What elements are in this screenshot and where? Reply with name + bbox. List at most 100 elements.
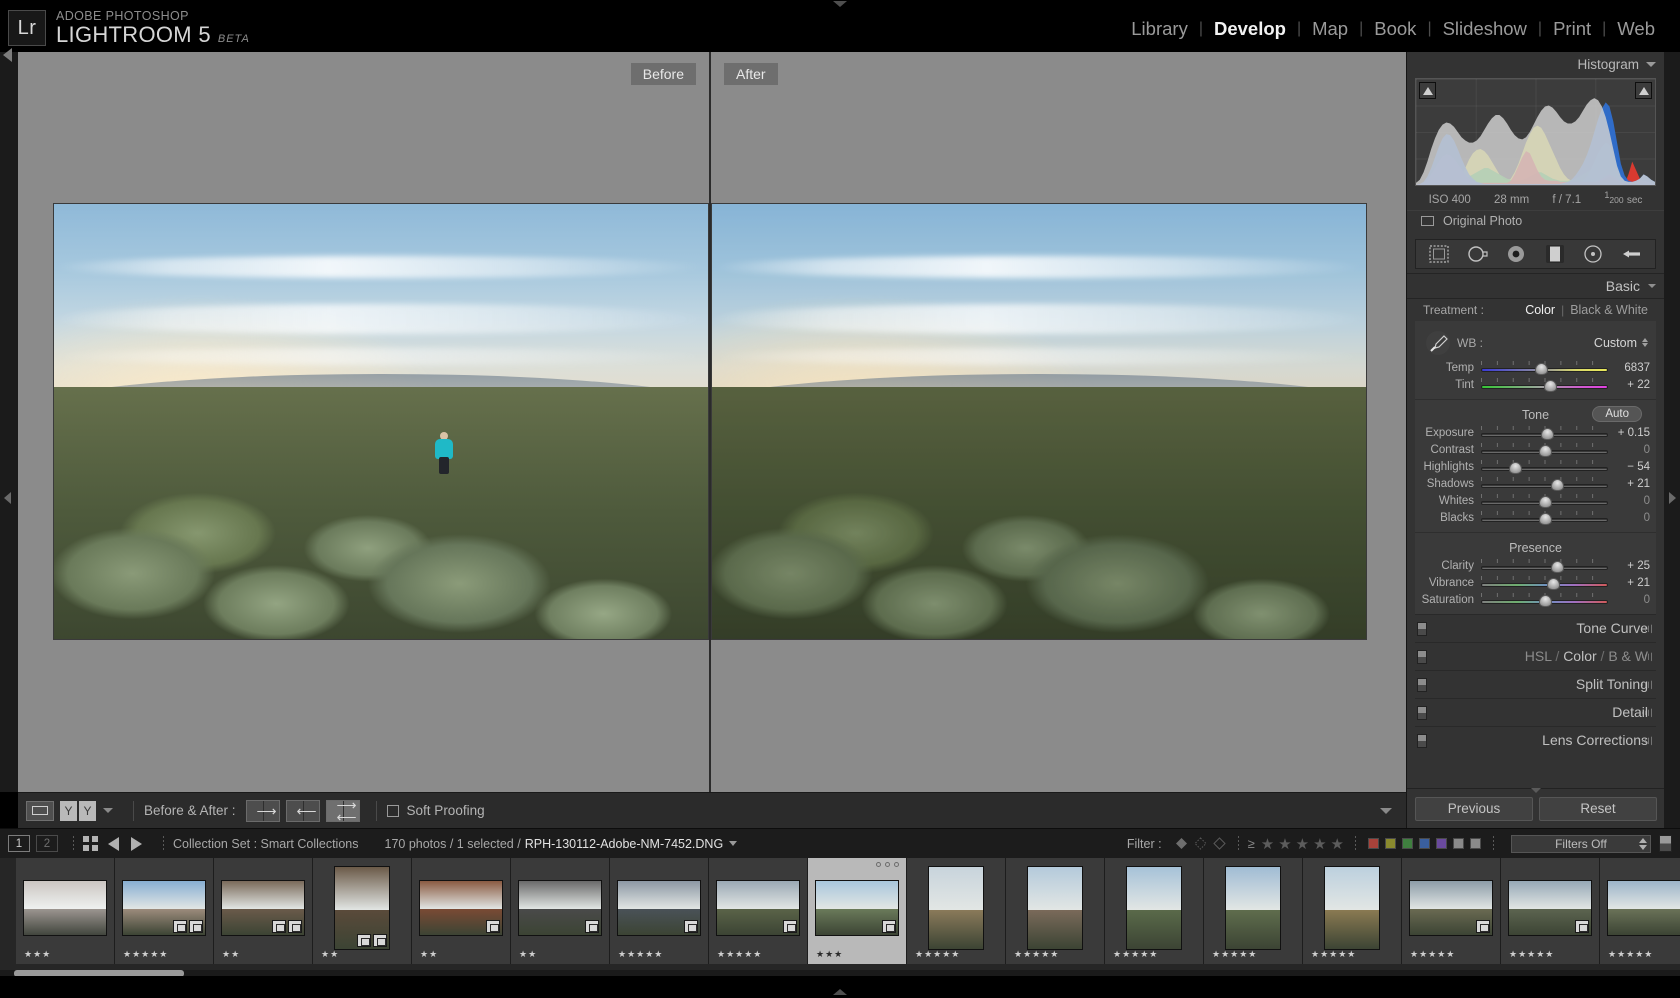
loupe-view-icon[interactable] — [26, 800, 54, 821]
left-panel-expand-arrow[interactable] — [4, 492, 11, 504]
panel-enable-switch[interactable] — [1417, 621, 1427, 636]
slider-knob[interactable] — [1538, 445, 1552, 458]
crop-overlay-icon[interactable] — [1427, 244, 1451, 264]
color-label-chip[interactable] — [1453, 838, 1464, 849]
slider-value[interactable]: 0 — [1608, 495, 1650, 507]
thumb-sunburst[interactable]: ★★★★★ — [907, 858, 1006, 964]
thumbnail-rating[interactable]: ★★★★★ — [1311, 949, 1356, 960]
module-web[interactable]: Web — [1606, 18, 1666, 40]
graduated-filter-icon[interactable] — [1543, 244, 1567, 264]
slider-row-saturation[interactable]: Saturation 0 — [1415, 592, 1656, 609]
chevron-down-icon[interactable] — [1646, 61, 1656, 67]
filter-enable-toggle[interactable] — [1659, 835, 1672, 852]
thumb-machine[interactable]: ★★ — [511, 858, 610, 964]
slider-value[interactable]: 0 — [1608, 512, 1650, 524]
develop-badge-icon[interactable] — [373, 934, 387, 947]
thumbnail-rating[interactable]: ★★★★★ — [1014, 949, 1059, 960]
thumbnail-image[interactable] — [419, 880, 503, 936]
radial-filter-icon[interactable] — [1581, 244, 1605, 264]
filmstrip[interactable]: ★★★ ★★★★★ ★★ ★★ ★★ ★★ ★★★★★ ★★★★★ ★★★ ★★★★★ ★★★★★ ★… — [0, 858, 1680, 976]
thumbnail-rating[interactable]: ★★★★★ — [1509, 949, 1554, 960]
thumbnail-image[interactable] — [1607, 880, 1680, 936]
slider-value[interactable]: + 25 — [1608, 560, 1650, 572]
current-filename-label[interactable]: RPH-130112-Adobe-NM-7452.DNG — [525, 837, 723, 851]
thumb-hazy-sun[interactable]: ★★★★★ — [1006, 858, 1105, 964]
rating-star[interactable]: ★ — [1331, 835, 1344, 853]
slider-value[interactable]: + 0.15 — [1608, 427, 1650, 439]
color-label-chip[interactable] — [1436, 838, 1447, 849]
slider-track[interactable] — [1481, 426, 1608, 441]
slider-value[interactable]: + 21 — [1608, 478, 1650, 490]
slider-knob[interactable] — [1551, 561, 1565, 574]
panel-detail[interactable]: Detail — [1415, 697, 1656, 726]
shadow-clipping-icon[interactable] — [1419, 82, 1436, 99]
thumbnail-image[interactable] — [1324, 866, 1380, 950]
thumbnail-rating[interactable]: ★★★★★ — [1608, 949, 1653, 960]
thumbnail-rating[interactable]: ★★★★★ — [123, 949, 168, 960]
develop-badge-icon[interactable] — [288, 920, 302, 933]
thumbnail-image[interactable] — [928, 866, 984, 950]
reset-button[interactable]: Reset — [1539, 796, 1657, 821]
go-back-icon[interactable] — [108, 836, 119, 851]
thumb-range-panorama[interactable]: ★★★★★ — [1600, 858, 1680, 964]
copy-badge-icon[interactable] — [357, 934, 371, 947]
module-print[interactable]: Print — [1542, 18, 1602, 40]
right-panel-edge[interactable] — [1664, 52, 1680, 828]
panel-enable-switch[interactable] — [1417, 705, 1427, 720]
color-label-chip[interactable] — [1385, 838, 1396, 849]
develop-badge-icon[interactable] — [189, 920, 203, 933]
color-label-chip[interactable] — [1402, 838, 1413, 849]
thumbnail-image[interactable] — [617, 880, 701, 936]
slider-track[interactable] — [1481, 593, 1608, 608]
original-photo-row[interactable]: Original Photo — [1407, 209, 1664, 235]
color-label-chip[interactable] — [1470, 838, 1481, 849]
slider-value[interactable]: + 21 — [1608, 577, 1650, 589]
spot-removal-icon[interactable] — [1466, 244, 1490, 264]
color-label-chip[interactable] — [1368, 838, 1379, 849]
thumbnail-image[interactable] — [334, 866, 390, 950]
thumbnail-image[interactable] — [221, 880, 305, 936]
panel-tone-curve[interactable]: Tone Curve — [1415, 613, 1656, 642]
top-panel-handle[interactable] — [833, 1, 847, 7]
rating-operator[interactable]: ≥ — [1248, 836, 1255, 851]
slider-track[interactable] — [1481, 511, 1608, 526]
module-develop[interactable]: Develop — [1203, 18, 1297, 40]
thumbnail-rating[interactable]: ★★★★★ — [618, 949, 663, 960]
copy-before-settings-to-after-button[interactable]: ⟵ — [285, 799, 320, 822]
color-label-chip[interactable] — [1419, 838, 1430, 849]
thumbnail-image[interactable] — [1027, 866, 1083, 950]
develop-badge-icon[interactable] — [684, 920, 698, 933]
thumbnail-image[interactable] — [23, 880, 107, 936]
thumbnail-rating[interactable]: ★★★ — [816, 949, 843, 960]
thumb-valley-figure[interactable]: ★★★★★ — [1105, 858, 1204, 964]
slider-value[interactable]: + 22 — [1608, 379, 1650, 391]
slider-value[interactable]: − 54 — [1608, 461, 1650, 473]
thumbnail-rating[interactable]: ★★★★★ — [915, 949, 960, 960]
thumb-flowers[interactable]: ★★★ — [16, 858, 115, 964]
thumb-cloudy-peak[interactable]: ★★★★★ — [1402, 858, 1501, 964]
panel-enable-switch[interactable] — [1417, 649, 1427, 664]
thumbnail-rating[interactable]: ★★★★★ — [1212, 949, 1257, 960]
module-book[interactable]: Book — [1363, 18, 1427, 40]
slider-knob[interactable] — [1509, 462, 1523, 475]
image-canvas[interactable]: Before After — [18, 52, 1406, 792]
treatment-bw-option[interactable]: Black & White — [1570, 303, 1648, 317]
thumb-canyon[interactable]: ★★★★★ — [115, 858, 214, 964]
thumbnail-rating[interactable]: ★★ — [321, 949, 339, 960]
thumb-craftsman[interactable]: ★★ — [313, 858, 412, 964]
identity-plate[interactable]: ADOBE PHOTOSHOP LIGHTROOM 5 BETA — [56, 9, 250, 51]
thumbnail-image[interactable] — [1508, 880, 1592, 936]
go-forward-icon[interactable] — [131, 836, 142, 851]
highlight-clipping-icon[interactable] — [1635, 82, 1652, 99]
develop-badge-icon[interactable] — [1575, 920, 1589, 933]
after-photo[interactable] — [711, 203, 1367, 640]
panel-resize-handle[interactable] — [1531, 788, 1541, 793]
copy-after-settings-to-before-button[interactable]: ⟶ — [245, 799, 280, 822]
slider-row-clarity[interactable]: Clarity + 25 — [1415, 558, 1656, 575]
chevron-down-icon[interactable] — [1648, 283, 1656, 288]
before-photo[interactable] — [53, 203, 709, 640]
module-slideshow[interactable]: Slideshow — [1432, 18, 1538, 40]
grid-view-icon[interactable] — [83, 836, 98, 851]
thumb-hiker-ridge[interactable]: ★★★★★ — [1204, 858, 1303, 964]
slider-knob[interactable] — [1534, 363, 1548, 376]
